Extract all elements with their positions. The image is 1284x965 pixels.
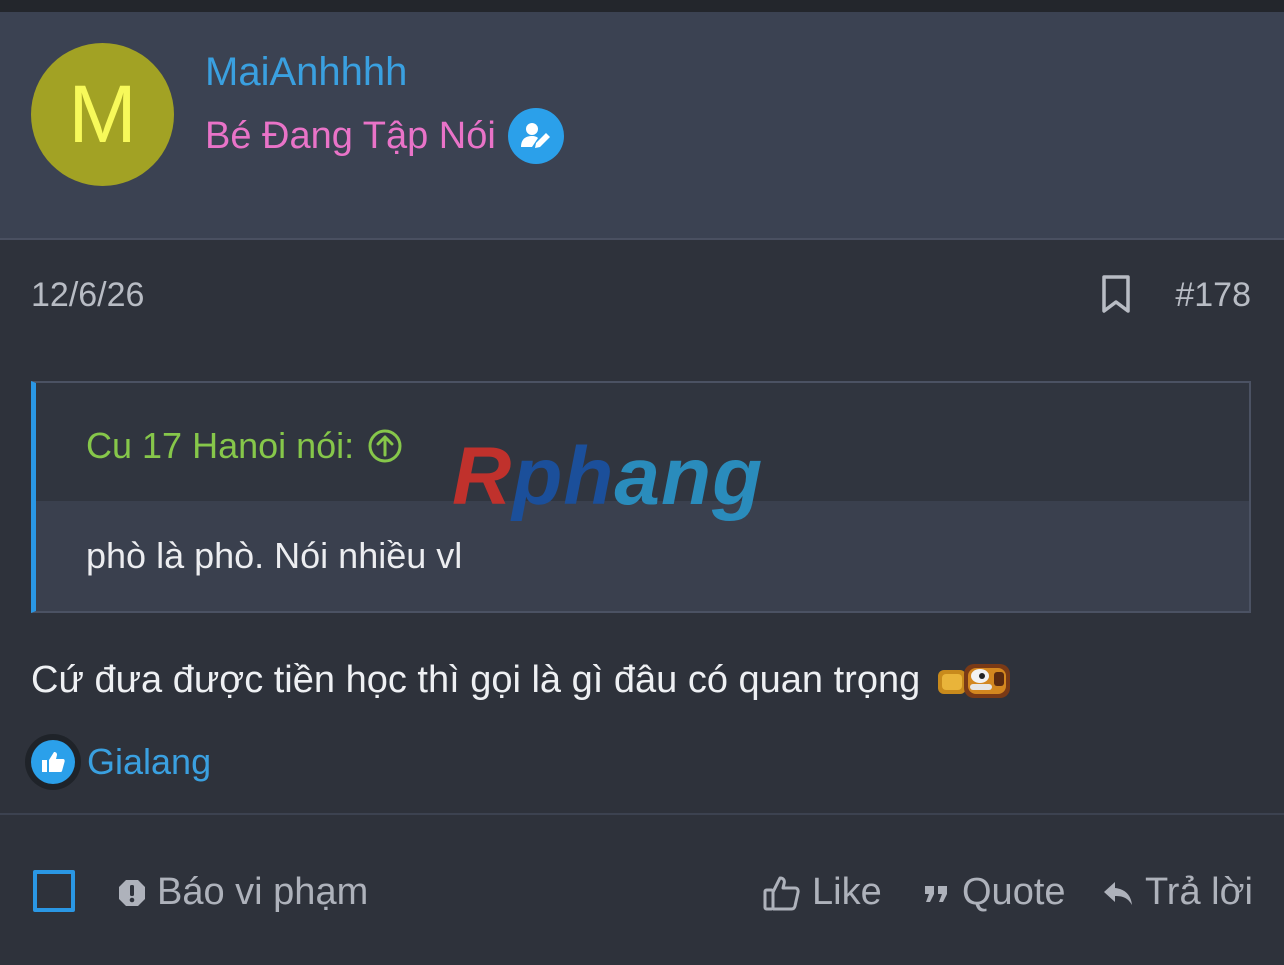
watermark-part-2: ph (512, 431, 615, 522)
report-button[interactable]: Báo vi phạm (117, 871, 368, 914)
bookmark-icon[interactable] (1100, 274, 1132, 314)
watermark-logo: Rphang (452, 430, 763, 524)
reaction-user-link[interactable]: Gialang (87, 741, 211, 783)
thumbs-up-icon (42, 752, 65, 772)
post-date[interactable]: 12/6/26 (31, 276, 144, 315)
post-number[interactable]: #178 (1175, 276, 1251, 315)
reaction-summary[interactable]: Gialang (25, 734, 211, 790)
user-title: Bé Đang Tập Nói (205, 108, 564, 164)
quote-button[interactable]: Quote (922, 871, 1066, 914)
select-post-checkbox[interactable] (33, 870, 75, 912)
watermark-part-1: R (452, 431, 513, 522)
post-message: Cứ đưa được tiền học thì gọi là gì đâu c… (31, 654, 1016, 706)
arrow-up-circle-icon[interactable] (368, 429, 402, 463)
quote-label[interactable]: Quote (962, 871, 1066, 914)
like-reaction-badge (25, 734, 81, 790)
quote-icon (925, 885, 947, 902)
verified-user-icon (507, 108, 564, 164)
post-footer-divider (0, 813, 1284, 815)
username-link[interactable]: MaiAnhhhh (205, 50, 407, 95)
reply-button[interactable]: Trả lời (1101, 871, 1253, 914)
quote-author-text[interactable]: Cu 17 Hanoi nói: (86, 425, 354, 467)
alert-octagon-icon (119, 879, 145, 906)
post-body: 12/6/26 #178 Cu 17 Hanoi nói: phò là phò… (0, 240, 1284, 965)
quote-text: phò là phò. Nói nhiều vl (86, 535, 463, 576)
avatar[interactable]: M (31, 43, 174, 186)
reply-label[interactable]: Trả lời (1145, 871, 1253, 914)
user-title-text: Bé Đang Tập Nói (205, 114, 496, 157)
thumbs-up-outline-icon (763, 876, 800, 910)
like-label[interactable]: Like (812, 871, 882, 914)
quote-author-link[interactable]: Cu 17 Hanoi nói: (86, 425, 402, 467)
reply-arrow-icon (1104, 881, 1132, 905)
post-actions-bar: Báo vi phạm Like Quote Trả lời (0, 845, 1284, 935)
watermark-part-3: ang (614, 431, 764, 522)
post-message-text: Cứ đưa được tiền học thì gọi là gì đâu c… (31, 658, 921, 701)
post-author-header: M MaiAnhhhh Bé Đang Tập Nói (0, 12, 1284, 240)
like-button[interactable]: Like (762, 871, 882, 914)
report-label[interactable]: Báo vi phạm (157, 871, 368, 914)
top-bar (0, 0, 1284, 12)
emoji-sticker-icon (938, 664, 1011, 698)
